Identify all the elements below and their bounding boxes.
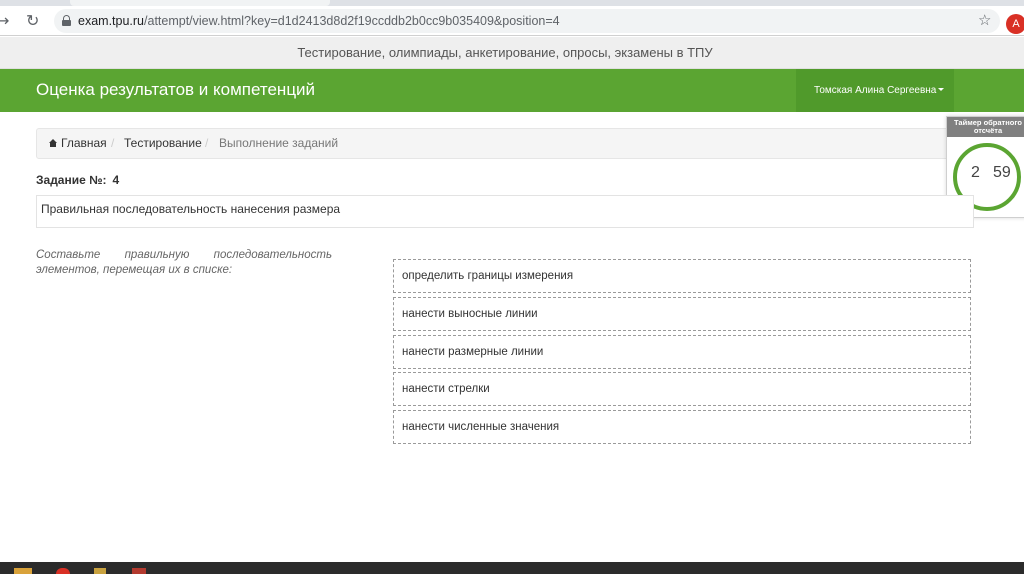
folder-icon[interactable] <box>14 568 32 574</box>
question-box: Правильная последовательность нанесения … <box>36 195 974 228</box>
sortable-item[interactable]: нанести выносные линии <box>393 297 971 331</box>
task-instruction: Составьте правильную последовательность … <box>36 249 332 276</box>
app-icon[interactable] <box>94 568 106 574</box>
bookmark-star-icon[interactable]: ☆ <box>978 11 991 29</box>
home-icon <box>49 139 57 147</box>
site-banner: Тестирование, олимпиады, анкетирование, … <box>0 37 1024 69</box>
url-path: /attempt/view.html?key=d1d2413d8d2f19ccd… <box>144 14 560 28</box>
sortable-item[interactable]: нанести численные значения <box>393 410 971 444</box>
caret-down-icon <box>938 88 944 91</box>
breadcrumb-separator: / <box>111 136 115 150</box>
forward-arrow-icon[interactable]: → <box>0 11 9 31</box>
timer-seconds: 59 <box>993 164 1011 181</box>
sortable-item[interactable]: определить границы измерения <box>393 259 971 293</box>
url-text: exam.tpu.ru/attempt/view.html?key=d1d241… <box>78 13 560 29</box>
breadcrumb: Главная / Тестирование / Выполнение зада… <box>36 128 974 159</box>
user-menu-dropdown[interactable]: Томская Алина Сергеевна <box>796 69 954 112</box>
sortable-item[interactable]: нанести стрелки <box>393 372 971 406</box>
timer-title: Таймер обратного отсчёта <box>947 117 1024 137</box>
breadcrumb-testing-link[interactable]: Тестирование <box>124 129 202 158</box>
task-number: Задание №: 4 <box>36 172 119 188</box>
breadcrumb-separator: / <box>205 136 209 150</box>
app-icon[interactable] <box>132 568 146 574</box>
breadcrumb-home-link[interactable]: Главная <box>61 129 107 158</box>
user-name: Томская Алина Сергеевна <box>814 85 937 96</box>
lock-icon <box>62 15 71 26</box>
task-number-value: 4 <box>112 173 120 187</box>
sortable-item[interactable]: нанести размерные линии <box>393 335 971 369</box>
profile-avatar[interactable]: A <box>1006 14 1024 34</box>
main-navbar: Оценка результатов и компетенций Томская… <box>0 69 1024 112</box>
reload-icon[interactable]: ↻ <box>26 11 39 31</box>
url-host: exam.tpu.ru <box>78 14 145 28</box>
os-taskbar <box>0 562 1024 574</box>
task-number-label: Задание №: <box>36 173 107 187</box>
browser-icon[interactable] <box>56 568 70 574</box>
timer-minutes: 2 <box>971 164 980 181</box>
site-banner-text: Тестирование, олимпиады, анкетирование, … <box>297 45 713 60</box>
question-text: Правильная последовательность нанесения … <box>41 202 341 216</box>
url-field[interactable]: exam.tpu.ru/attempt/view.html?key=d1d241… <box>54 9 1000 33</box>
brand-link[interactable]: Оценка результатов и компетенций <box>36 69 315 110</box>
browser-address-bar: → ↻ exam.tpu.ru/attempt/view.html?key=d1… <box>0 6 1024 36</box>
breadcrumb-current: Выполнение заданий <box>219 136 339 150</box>
